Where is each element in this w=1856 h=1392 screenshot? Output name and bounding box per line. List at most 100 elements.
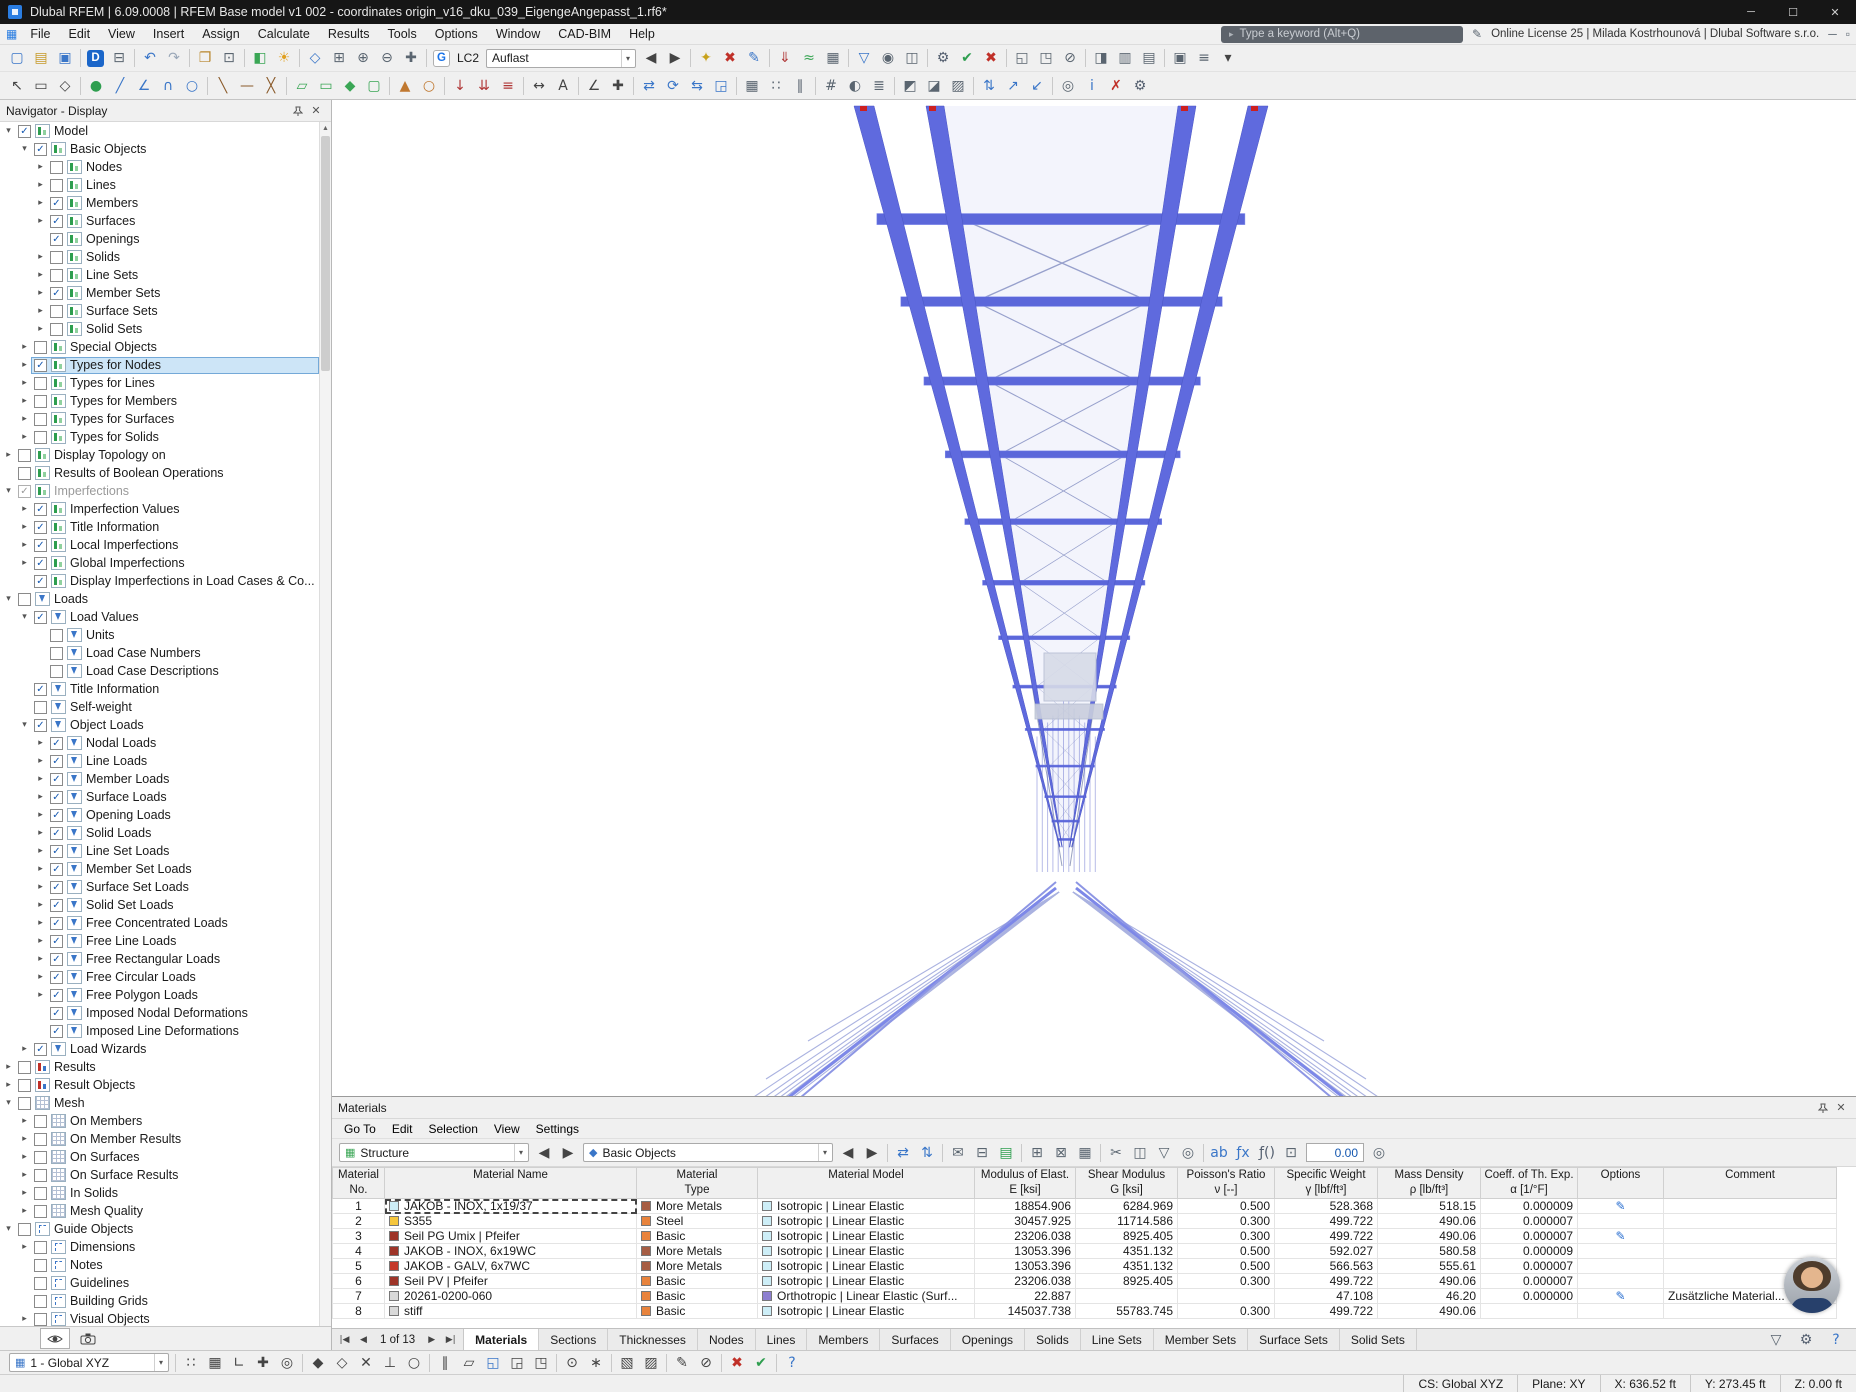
cell-model[interactable]: Isotropic | Linear Elastic: [757, 1258, 975, 1274]
tree-item-types-for-solids[interactable]: ▸ Types for Solids: [0, 428, 319, 446]
tree-item-free-concentrated-loads[interactable]: ▸ ✓ Free Concentrated Loads: [0, 914, 319, 932]
tree-expander-icon[interactable]: ▸: [18, 1134, 31, 1144]
pin-icon[interactable]: [1814, 1100, 1832, 1116]
tree-item-line-sets[interactable]: ▸ Line Sets: [0, 266, 319, 284]
new-load-icon[interactable]: ✦: [694, 47, 718, 69]
tree-item-surface-set-loads[interactable]: ▸ ✓ Surface Set Loads: [0, 878, 319, 896]
tree-item-member-set-loads[interactable]: ▸ ✓ Member Set Loads: [0, 860, 319, 878]
tree-item-result-objects[interactable]: ▸ Result Objects: [0, 1076, 319, 1094]
table-tab-line-sets[interactable]: Line Sets: [1080, 1329, 1154, 1350]
tree-checkbox[interactable]: [34, 376, 47, 390]
table-tab-surface-sets[interactable]: Surface Sets: [1248, 1329, 1340, 1350]
polyline-tool-icon[interactable]: ∠: [132, 75, 156, 97]
tree-expander-icon[interactable]: ▾: [2, 594, 15, 604]
nodal-load-tool-icon[interactable]: ↓: [448, 75, 472, 97]
import-graphic-icon[interactable]: ↙: [1025, 75, 1049, 97]
column-header-comment[interactable]: Comment: [1663, 1167, 1837, 1199]
table-next-icon[interactable]: ▶: [556, 1142, 580, 1164]
cell-gamma[interactable]: 499.722: [1274, 1303, 1378, 1319]
tree-item-results[interactable]: ▸ Results: [0, 1058, 319, 1076]
ribbon-layout-icon[interactable]: ▫: [1846, 27, 1850, 41]
table-group-combo[interactable]: ▦ Structure ▾: [339, 1143, 529, 1162]
intersection-snap-icon[interactable]: ✕: [354, 1352, 378, 1374]
solid-tool-icon[interactable]: ◆: [338, 75, 362, 97]
workplane-icon[interactable]: ▱: [457, 1352, 481, 1374]
zoom-in-icon[interactable]: ⊕: [351, 47, 375, 69]
tree-expander-icon[interactable]: ▸: [18, 1116, 31, 1126]
tree-item-free-line-loads[interactable]: ▸ ✓ Free Line Loads: [0, 932, 319, 950]
tree-expander-icon[interactable]: ▸: [18, 1170, 31, 1180]
table-filter-icon[interactable]: ▽: [1764, 1329, 1788, 1351]
scrollbar-thumb[interactable]: [321, 136, 330, 371]
comment-tool-icon[interactable]: ✎: [670, 1352, 694, 1374]
tree-checkbox[interactable]: ✓: [50, 1006, 63, 1020]
cell-model[interactable]: Isotropic | Linear Elastic: [757, 1303, 975, 1319]
scale-tool-icon[interactable]: ◲: [709, 75, 733, 97]
tree-checkbox[interactable]: [34, 1276, 47, 1290]
tree-checkbox[interactable]: ✓: [34, 574, 47, 588]
zoom-out-icon[interactable]: ⊖: [375, 47, 399, 69]
tree-expander-icon[interactable]: ▸: [2, 1062, 15, 1072]
tangent-snap-icon[interactable]: ○: [402, 1352, 426, 1374]
visibility-icon[interactable]: ◉: [876, 47, 900, 69]
cell-g[interactable]: 8925.405: [1075, 1273, 1178, 1289]
tree-checkbox[interactable]: ✓: [50, 772, 63, 786]
dimension-tool-icon[interactable]: ↔: [527, 75, 551, 97]
export-table-icon[interactable]: ✉: [946, 1142, 970, 1164]
cell-e[interactable]: 30457.925: [974, 1213, 1076, 1229]
sync-graphic-icon[interactable]: ⇄: [891, 1142, 915, 1164]
table-views-icon[interactable]: ▦: [1073, 1142, 1097, 1164]
tree-checkbox[interactable]: [34, 412, 47, 426]
cell-name[interactable]: Seil PG Umix | Pfeifer: [384, 1228, 637, 1244]
show-loads-icon[interactable]: ⇓: [773, 47, 797, 69]
tree-expander-icon[interactable]: ▾: [2, 126, 15, 136]
delete-object-icon[interactable]: ✗: [1104, 75, 1128, 97]
stop-calculation-icon[interactable]: ✖: [979, 47, 1003, 69]
tree-checkbox[interactable]: ✓: [34, 142, 47, 156]
insert-row-icon[interactable]: ⊞: [1025, 1142, 1049, 1164]
dlubal-logo-icon[interactable]: D: [87, 49, 104, 67]
new-model-icon[interactable]: ▢: [5, 47, 29, 69]
tree-checkbox[interactable]: [18, 466, 31, 480]
cell-name[interactable]: 20261-0200-060: [384, 1288, 637, 1304]
cell-name[interactable]: Seil PV | Pfeifer: [384, 1273, 637, 1289]
tree-expander-icon[interactable]: ▸: [18, 1152, 31, 1162]
tree-item-imposed-line-deformations[interactable]: ✓ Imposed Line Deformations: [0, 1022, 319, 1040]
cell-g[interactable]: 6284.969: [1075, 1198, 1178, 1214]
cell-alpha[interactable]: 0.000007: [1480, 1258, 1578, 1274]
tree-item-notes[interactable]: Notes: [0, 1256, 319, 1274]
export-graphic-icon[interactable]: ↗: [1001, 75, 1025, 97]
tree-checkbox[interactable]: [34, 394, 47, 408]
cell-g[interactable]: 4351.132: [1075, 1258, 1178, 1274]
column-header-opt[interactable]: Options: [1577, 1167, 1664, 1199]
tree-item-object-loads[interactable]: ▾ ✓ Object Loads: [0, 716, 319, 734]
cell-e[interactable]: 13053.396: [974, 1258, 1076, 1274]
cell-rho[interactable]: 518.15: [1377, 1198, 1481, 1214]
tree-item-basic-objects[interactable]: ▾ ✓ Basic Objects: [0, 140, 319, 158]
tree-checkbox[interactable]: ✓: [50, 988, 63, 1002]
cell-e[interactable]: 22.887: [974, 1288, 1076, 1304]
navigator-toggle-icon[interactable]: ▥: [1113, 47, 1137, 69]
tree-checkbox[interactable]: [18, 1060, 31, 1074]
tree-checkbox[interactable]: ✓: [50, 736, 63, 750]
maximize-button[interactable]: ☐: [1772, 0, 1814, 24]
tree-expander-icon[interactable]: ▸: [34, 972, 47, 982]
menu-assign[interactable]: Assign: [193, 26, 249, 42]
menu-help[interactable]: Help: [620, 26, 664, 42]
tree-checkbox[interactable]: [34, 1312, 47, 1326]
cell-opt[interactable]: ✎: [1577, 1288, 1664, 1304]
tree-checkbox[interactable]: ✓: [34, 610, 47, 624]
redo-icon[interactable]: ↷: [162, 47, 186, 69]
tree-item-load-case-numbers[interactable]: Load Case Numbers: [0, 644, 319, 662]
tree-checkbox[interactable]: ✓: [50, 232, 63, 246]
cartesian-snap-icon[interactable]: ✚: [251, 1352, 275, 1374]
tree-checkbox[interactable]: [34, 1114, 47, 1128]
tree-expander-icon[interactable]: ▸: [34, 792, 47, 802]
cell-no[interactable]: 7: [332, 1288, 385, 1304]
tree-checkbox[interactable]: ✓: [50, 754, 63, 768]
search-table-icon[interactable]: ◎: [1176, 1142, 1200, 1164]
tree-item-title-information[interactable]: ✓ Title Information: [0, 680, 319, 698]
tree-item-line-loads[interactable]: ▸ ✓ Line Loads: [0, 752, 319, 770]
tree-expander-icon[interactable]: ▸: [18, 396, 31, 406]
close-icon[interactable]: ✕: [1832, 1100, 1850, 1116]
